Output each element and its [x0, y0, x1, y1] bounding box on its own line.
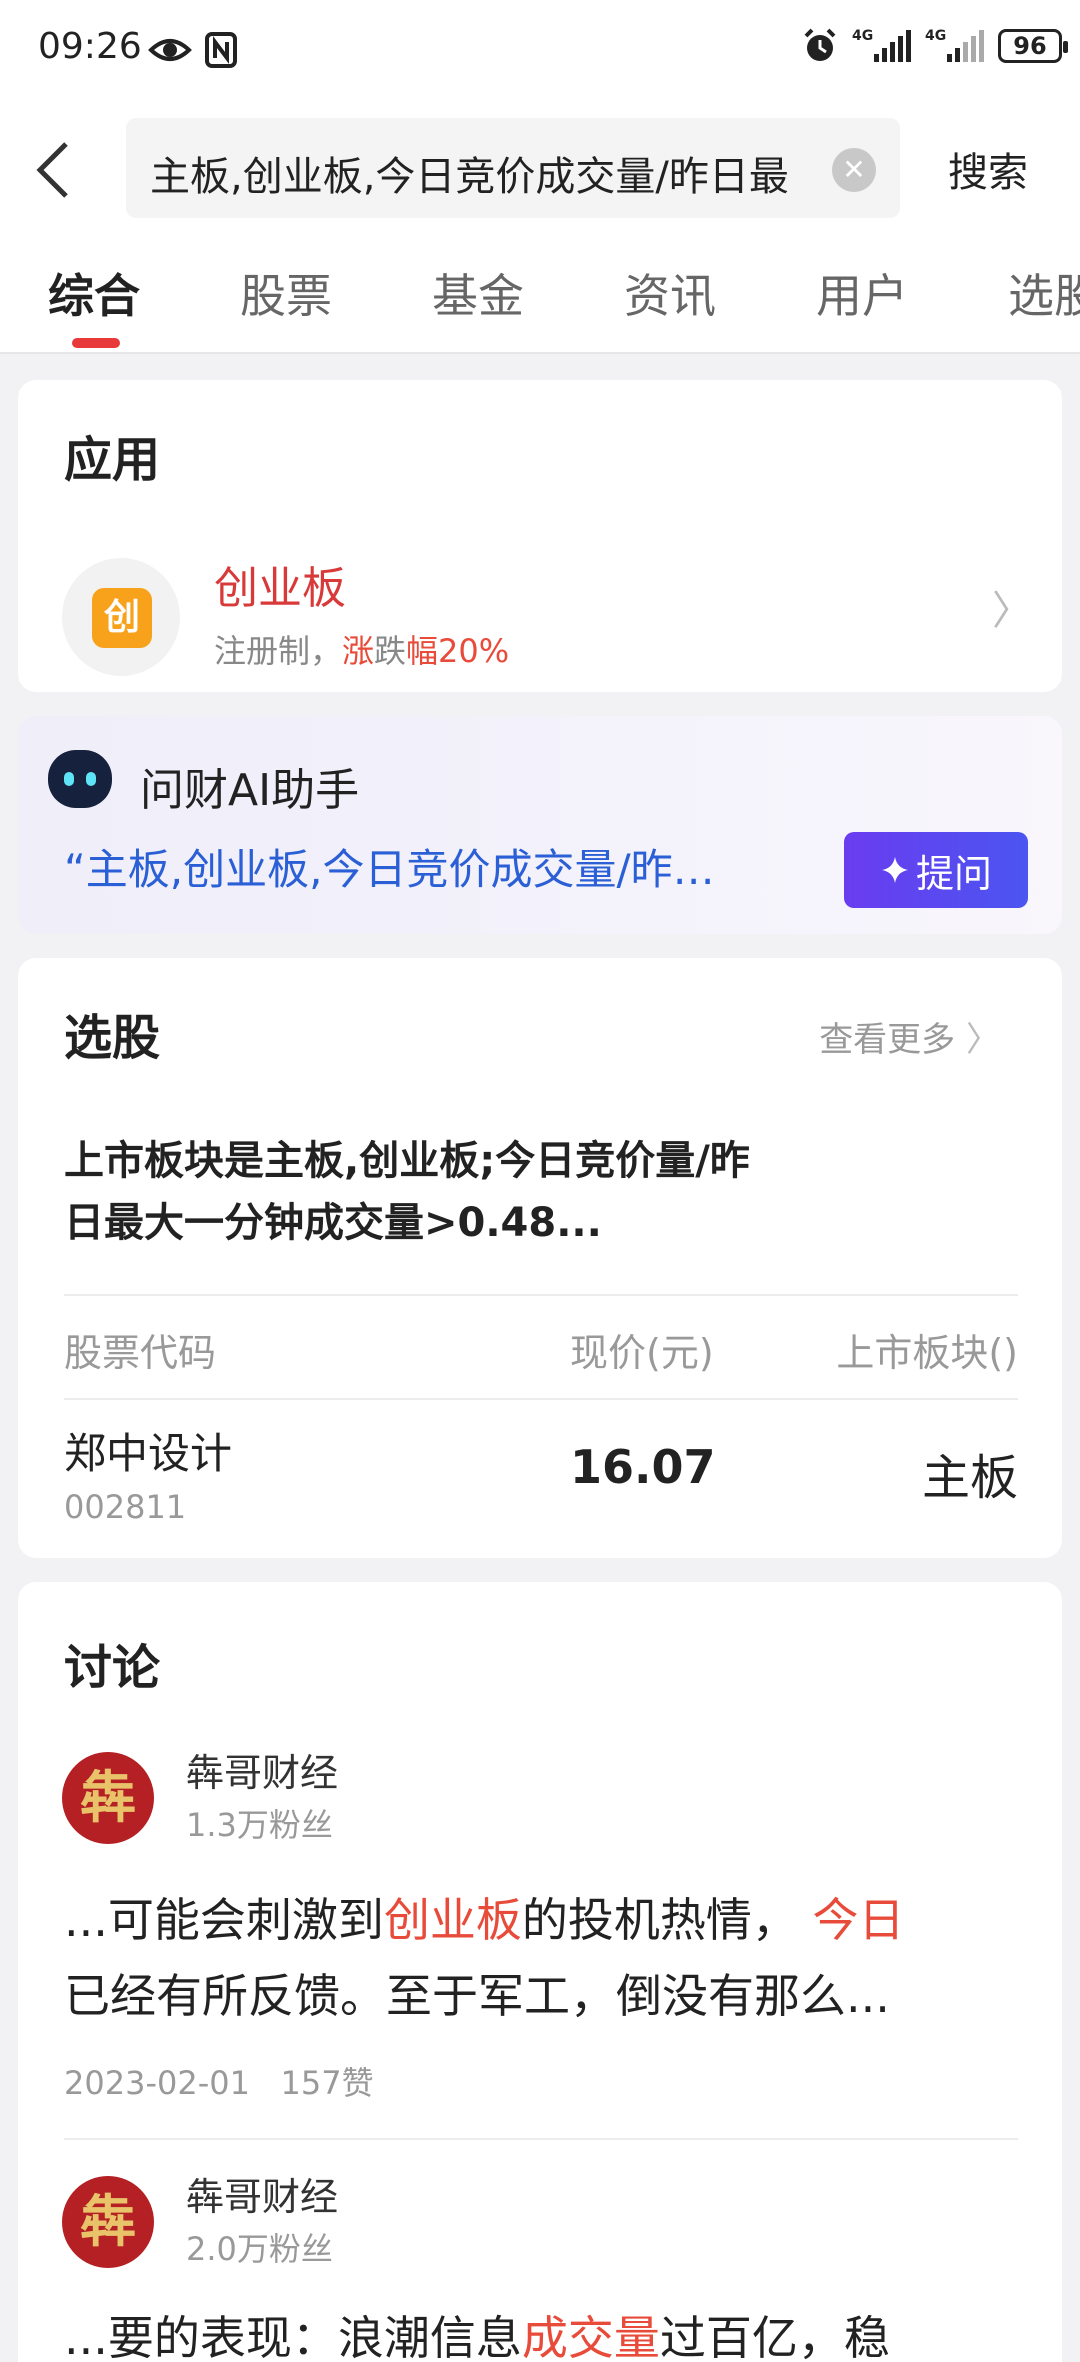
stock-price: 16.07	[570, 1440, 716, 1494]
alarm-icon	[804, 28, 836, 61]
stock-pick-query[interactable]: 上市板块是主板,创业板;今日竞价量/昨日最大一分钟成交量>0.48...	[64, 1130, 784, 1254]
status-right-icons: 4G 4G 96	[802, 26, 1068, 66]
category-tabs: 综合 股票 基金 资讯 用户 选股	[0, 238, 1080, 354]
stock-code: 002811	[64, 1488, 187, 1526]
discussion-title: 讨论	[64, 1640, 161, 1696]
sparkle-icon	[881, 857, 908, 883]
signal-2-icon: 4G	[925, 28, 984, 62]
ai-title: 问财AI助手	[140, 765, 360, 816]
chevron-right-icon[interactable]: 〉	[992, 578, 1032, 636]
ai-quote[interactable]: “主板,创业板,今日竞价成交量/昨…	[64, 836, 794, 897]
app-card: 应用 创 创业板 注册制，涨跌幅20% 〉	[18, 380, 1062, 692]
discussion-card: 讨论 犇 犇哥财经 1.3万粉丝 ...可能会刺激到创业板的投机热情， 今日 已经…	[18, 1582, 1062, 2362]
tab-stocks[interactable]: 股票	[240, 260, 332, 326]
divider	[64, 1294, 1018, 1296]
tab-users[interactable]: 用户	[816, 260, 908, 326]
search-button[interactable]: 搜索	[948, 140, 1028, 198]
stock-name[interactable]: 郑中设计	[64, 1420, 232, 1481]
avatar[interactable]: 犇	[62, 1752, 154, 1844]
eye-icon	[148, 39, 192, 61]
post-content[interactable]: ...可能会刺激到创业板的投机热情， 今日 已经有所反馈。至于军工，倒没有那么..…	[64, 1882, 1024, 2034]
app-desc: 注册制，涨跌幅20%	[214, 632, 510, 670]
status-left-icons	[148, 30, 238, 70]
divider	[64, 1398, 1018, 1400]
tab-news[interactable]: 资讯	[624, 260, 716, 326]
app-name[interactable]: 创业板	[214, 552, 346, 616]
status-time: 09:26	[38, 26, 142, 67]
view-more-link[interactable]: 查看更多 〉	[819, 1012, 1000, 1061]
ai-assistant-card: 问财AI助手 “主板,创业板,今日竞价成交量/昨… 提问	[18, 716, 1062, 934]
ask-button[interactable]: 提问	[844, 832, 1028, 908]
divider	[64, 2138, 1018, 2140]
search-query-text[interactable]: 主板,创业板,今日竞价成交量/昨日最	[150, 144, 800, 202]
author-fans: 1.3万粉丝	[186, 1806, 333, 1844]
author-name[interactable]: 犇哥财经	[186, 1742, 338, 1797]
avatar[interactable]: 犇	[62, 2176, 154, 2268]
author-name[interactable]: 犇哥财经	[186, 2166, 338, 2221]
clear-icon[interactable]: ✕	[832, 148, 876, 192]
stock-pick-card: 选股 查看更多 〉 上市板块是主板,创业板;今日竞价量/昨日最大一分钟成交量>0…	[18, 958, 1062, 1558]
search-header: 主板,创业板,今日竞价成交量/昨日最 ✕ 搜索	[0, 100, 1080, 238]
header-board[interactable]: 上市板块()	[836, 1322, 1018, 1377]
tab-stock-pick[interactable]: 选股	[1008, 260, 1080, 326]
nfc-icon	[205, 32, 237, 68]
app-section-title: 应用	[64, 432, 161, 488]
post-content[interactable]: ...要的表现：浪潮信息成交量过百亿，稳	[64, 2300, 1024, 2362]
active-tab-indicator	[72, 338, 120, 348]
status-bar: 09:26 4G 4G 96	[0, 0, 1080, 100]
header-price[interactable]: 现价(元)	[570, 1322, 714, 1377]
header-code: 股票代码	[64, 1331, 217, 1375]
search-input[interactable]: 主板,创业板,今日竞价成交量/昨日最 ✕	[126, 118, 900, 218]
robot-icon	[48, 750, 112, 808]
chinext-app-icon[interactable]: 创	[62, 558, 180, 676]
stock-board: 主板	[921, 1450, 1018, 1506]
tab-all[interactable]: 综合	[48, 260, 140, 326]
battery-icon: 96	[998, 29, 1068, 63]
tab-funds[interactable]: 基金	[432, 260, 524, 326]
author-fans: 2.0万粉丝	[186, 2230, 333, 2268]
post-meta: 2023-02-01 157赞	[64, 2064, 374, 2102]
signal-1-icon: 4G	[852, 28, 911, 62]
stock-pick-title: 选股	[64, 1010, 161, 1066]
back-arrow-icon[interactable]	[30, 140, 80, 200]
